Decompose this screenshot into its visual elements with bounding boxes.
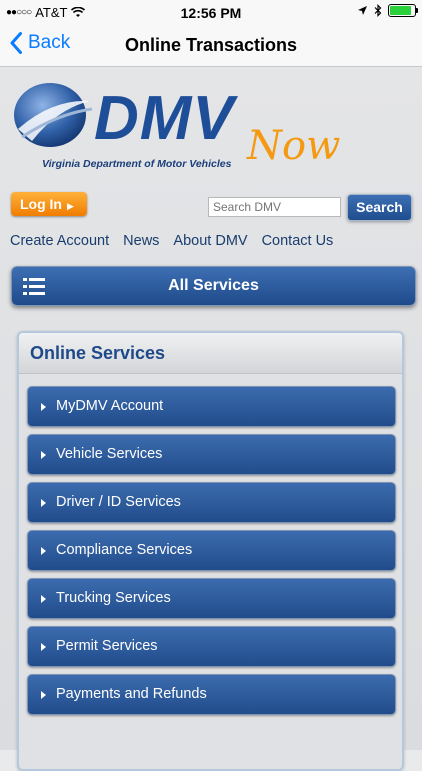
status-bar: ●●○○○ AT&T 12:56 PM <box>0 0 422 26</box>
logo-subtitle: Virginia Department of Motor Vehicles <box>42 158 232 170</box>
top-links: Create Account News About DMV Contact Us <box>10 233 333 249</box>
dmv-swoosh-logo-icon <box>14 83 92 147</box>
logo-now-text: Now <box>247 123 341 169</box>
all-services-button[interactable]: All Services <box>11 266 416 306</box>
create-account-link[interactable]: Create Account <box>10 233 109 249</box>
nav-bar: Back Online Transactions <box>0 26 422 67</box>
caret-right-icon <box>41 547 46 555</box>
service-item-trucking-services[interactable]: Trucking Services <box>27 578 396 619</box>
news-link[interactable]: News <box>123 233 159 249</box>
service-item-driver-id-services[interactable]: Driver / ID Services <box>27 482 396 523</box>
service-item-compliance-services[interactable]: Compliance Services <box>27 530 396 571</box>
service-item-label: Driver / ID Services <box>56 494 181 510</box>
all-services-label: All Services <box>168 277 259 294</box>
search-button[interactable]: Search <box>347 194 412 221</box>
caret-right-icon <box>41 403 46 411</box>
bluetooth-icon <box>374 4 382 17</box>
login-button[interactable]: Log In ▶ <box>11 192 87 216</box>
caret-right-icon <box>41 499 46 507</box>
status-right <box>357 4 418 17</box>
location-arrow-icon <box>358 6 367 15</box>
service-item-label: Payments and Refunds <box>56 686 207 702</box>
logo-dmv-text: DMV <box>94 84 235 153</box>
caret-right-icon <box>41 595 46 603</box>
service-item-label: Permit Services <box>56 638 158 654</box>
service-item-vehicle-services[interactable]: Vehicle Services <box>27 434 396 475</box>
caret-right-icon <box>41 691 46 699</box>
battery-icon <box>388 4 418 17</box>
play-arrow-icon: ▶ <box>67 201 74 211</box>
page-title: Online Transactions <box>124 35 298 55</box>
caret-right-icon <box>41 643 46 651</box>
panel-header: Online Services <box>19 333 402 374</box>
about-dmv-link[interactable]: About DMV <box>173 233 247 249</box>
service-item-label: Trucking Services <box>56 590 171 606</box>
main-content: DMV Now Virginia Department of Motor Veh… <box>0 67 422 771</box>
online-services-panel: Online Services MyDMV Account Vehicle Se… <box>17 331 404 771</box>
contact-us-link[interactable]: Contact Us <box>262 233 334 249</box>
service-item-label: Vehicle Services <box>56 446 163 462</box>
service-item-label: MyDMV Account <box>56 398 164 414</box>
service-item-label: Compliance Services <box>56 542 193 558</box>
login-label: Log In <box>20 196 62 212</box>
service-item-permit-services[interactable]: Permit Services <box>27 626 396 667</box>
service-item-mydmv-account[interactable]: MyDMV Account <box>27 386 396 427</box>
caret-right-icon <box>41 451 46 459</box>
dmv-now-logo: DMV Now Virginia Department of Motor Veh… <box>12 75 340 175</box>
search-input[interactable] <box>208 197 341 217</box>
panel-title: Online Services <box>30 343 166 363</box>
service-item-payments-and-refunds[interactable]: Payments and Refunds <box>27 674 396 715</box>
